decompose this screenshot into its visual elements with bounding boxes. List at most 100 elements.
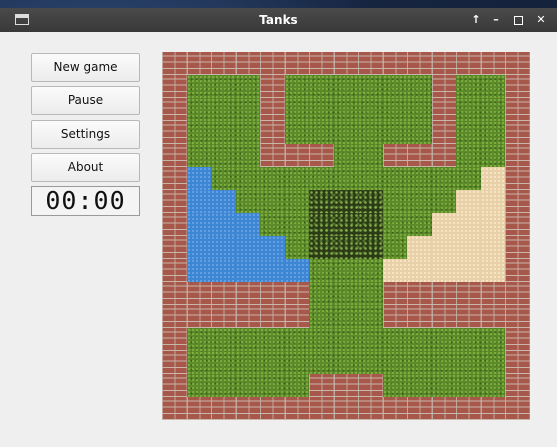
- tile-grass: [186, 98, 212, 121]
- tile-grass: [260, 328, 286, 351]
- tile-grass: [211, 98, 237, 121]
- tile-water: [186, 167, 212, 190]
- tile-grass: [235, 328, 261, 351]
- tile-grass: [260, 167, 286, 190]
- tile-grass: [284, 236, 310, 259]
- tile-grass: [211, 351, 237, 374]
- tile-grass: [186, 374, 212, 397]
- tile-water: [211, 259, 237, 282]
- tile-grass: [211, 121, 237, 144]
- tile-water: [186, 213, 212, 236]
- title-bar[interactable]: Tanks ↑ – ✕: [0, 8, 557, 32]
- tile-grass: [407, 213, 433, 236]
- tile-brick: [505, 98, 530, 121]
- pause-button[interactable]: Pause: [31, 86, 140, 115]
- tile-brick: [505, 305, 530, 328]
- tile-brick: [211, 282, 237, 305]
- tile-brick: [505, 167, 530, 190]
- tile-grass: [358, 144, 384, 167]
- tile-brick: [407, 52, 433, 75]
- tile-sand: [431, 213, 457, 236]
- tile-brick: [162, 351, 187, 374]
- tile-brick: [186, 282, 212, 305]
- tile-brick: [456, 282, 482, 305]
- tile-grass: [358, 328, 384, 351]
- tile-water: [260, 259, 286, 282]
- tile-brick: [407, 305, 433, 328]
- tile-brick: [407, 282, 433, 305]
- tile-brick: [333, 397, 359, 420]
- tile-water: [235, 259, 261, 282]
- tile-grass: [333, 351, 359, 374]
- tile-brick: [309, 397, 335, 420]
- tile-grass: [456, 75, 482, 98]
- tile-grass: [333, 282, 359, 305]
- tile-brick: [480, 282, 506, 305]
- tile-sand: [480, 167, 506, 190]
- tile-grass: [211, 374, 237, 397]
- tile-grass: [456, 328, 482, 351]
- keep-above-icon[interactable]: ↑: [466, 8, 486, 32]
- tile-grass: [407, 98, 433, 121]
- tile-grass: [407, 374, 433, 397]
- game-timer: 00:00: [31, 186, 140, 216]
- tile-grass: [284, 190, 310, 213]
- tile-grass: [407, 190, 433, 213]
- game-map[interactable]: [162, 52, 530, 420]
- tile-brick: [382, 397, 408, 420]
- tile-grass: [309, 75, 335, 98]
- tile-brick: [186, 397, 212, 420]
- tile-grass: [431, 374, 457, 397]
- tile-sand: [431, 259, 457, 282]
- tile-grass: [382, 351, 408, 374]
- close-icon[interactable]: ✕: [531, 8, 551, 32]
- tile-grass: [456, 167, 482, 190]
- tile-grass: [309, 167, 335, 190]
- tile-grass: [480, 75, 506, 98]
- about-button[interactable]: About: [31, 153, 140, 182]
- tile-bush: [358, 213, 384, 236]
- tile-water: [235, 236, 261, 259]
- maximize-icon[interactable]: [508, 8, 528, 32]
- tile-brick: [407, 144, 433, 167]
- tile-grass: [260, 351, 286, 374]
- tile-grass: [431, 167, 457, 190]
- tile-brick: [284, 282, 310, 305]
- tile-grass: [480, 351, 506, 374]
- tile-brick: [260, 282, 286, 305]
- tile-brick: [333, 374, 359, 397]
- tile-grass: [456, 121, 482, 144]
- tile-brick: [162, 374, 187, 397]
- settings-button[interactable]: Settings: [31, 120, 140, 149]
- tile-brick: [284, 144, 310, 167]
- tile-brick: [260, 397, 286, 420]
- minimize-icon[interactable]: –: [486, 8, 506, 32]
- tile-brick: [162, 259, 187, 282]
- tile-grass: [309, 305, 335, 328]
- tile-grass: [456, 144, 482, 167]
- tile-grass: [284, 167, 310, 190]
- tile-grass: [431, 328, 457, 351]
- tile-brick: [505, 213, 530, 236]
- tile-grass: [211, 144, 237, 167]
- tile-grass: [309, 351, 335, 374]
- tile-brick: [260, 144, 286, 167]
- tile-sand: [431, 236, 457, 259]
- tile-grass: [358, 305, 384, 328]
- tile-grass: [358, 351, 384, 374]
- tile-grass: [284, 328, 310, 351]
- tile-grass: [186, 121, 212, 144]
- tile-brick: [162, 75, 187, 98]
- tile-brick: [505, 328, 530, 351]
- tile-grass: [235, 98, 261, 121]
- tile-sand: [456, 190, 482, 213]
- tile-brick: [382, 282, 408, 305]
- tile-brick: [162, 236, 187, 259]
- new-game-button[interactable]: New game: [31, 53, 140, 82]
- tile-brick: [284, 397, 310, 420]
- tile-grass: [235, 190, 261, 213]
- tile-water: [186, 190, 212, 213]
- tile-brick: [505, 52, 530, 75]
- tile-bush: [333, 236, 359, 259]
- tile-grass: [407, 351, 433, 374]
